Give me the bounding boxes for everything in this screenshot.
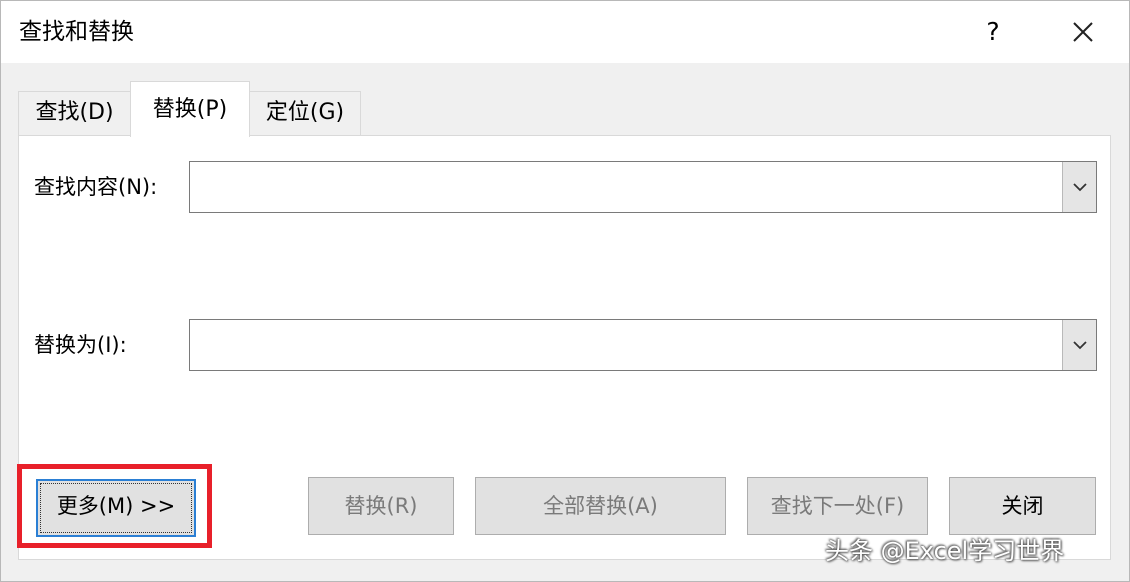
- find-replace-dialog: 查找和替换 ? 查找(D) 替换(P) 定位(G) 查找内容(N): 替换为(I…: [0, 0, 1130, 582]
- tab-replace[interactable]: 替换(P): [130, 81, 250, 137]
- find-what-label: 查找内容(N):: [34, 175, 158, 199]
- close-icon[interactable]: [1061, 13, 1105, 51]
- title-bar: 查找和替换 ?: [1, 1, 1129, 63]
- help-button[interactable]: ?: [973, 13, 1013, 51]
- replace-with-label: 替换为(I):: [34, 333, 127, 357]
- replace-with-combobox[interactable]: [189, 319, 1097, 371]
- chevron-down-icon[interactable]: [1062, 320, 1096, 370]
- tab-goto[interactable]: 定位(G): [249, 91, 361, 135]
- dialog-title: 查找和替换: [19, 19, 134, 45]
- find-what-input[interactable]: [190, 162, 1060, 212]
- find-what-combobox[interactable]: [189, 161, 1097, 213]
- highlight-box: [17, 464, 212, 548]
- replace-with-input[interactable]: [190, 320, 1060, 370]
- chevron-down-icon[interactable]: [1062, 162, 1096, 212]
- replace-button[interactable]: 替换(R): [308, 477, 454, 535]
- close-button[interactable]: 关闭: [949, 477, 1096, 535]
- find-next-button[interactable]: 查找下一处(F): [747, 477, 928, 535]
- replace-all-button[interactable]: 全部替换(A): [475, 477, 726, 535]
- watermark: 头条 @Excel学习世界: [825, 537, 1065, 565]
- tab-find[interactable]: 查找(D): [18, 91, 131, 135]
